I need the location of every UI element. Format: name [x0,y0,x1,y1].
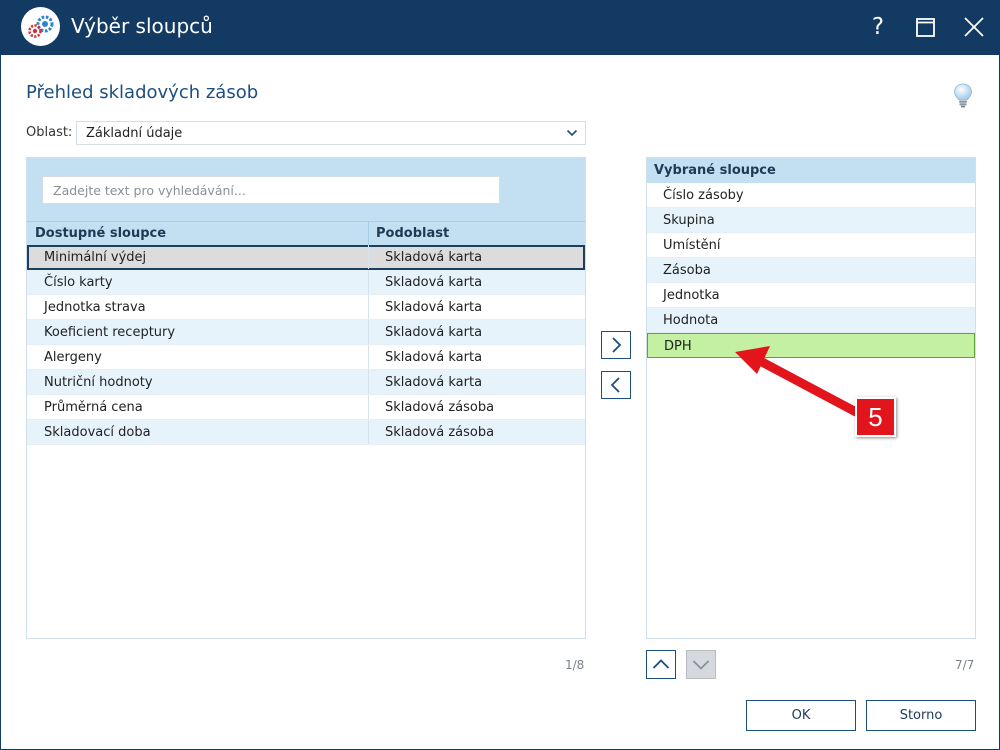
available-column-name: Nutriční hodnoty [44,375,153,390]
window-title: Výběr sloupců [71,14,213,38]
column-divider[interactable] [368,222,369,246]
close-icon [964,17,984,37]
move-down-button[interactable] [686,650,716,679]
selected-row[interactable]: Skupina [647,208,975,233]
lightbulb-icon[interactable] [951,82,975,108]
ok-button[interactable]: OK [746,700,856,731]
row-divider [368,395,369,419]
available-row[interactable]: Číslo karty Skladová karta [27,270,585,295]
oblast-value: Základní údaje [86,126,183,141]
cancel-button[interactable]: Storno [866,700,976,731]
row-divider [368,420,369,444]
page-title: Přehled skladových zásob [26,82,259,103]
row-divider [368,270,369,294]
selected-column-name: Číslo zásoby [663,188,744,203]
row-divider [368,320,369,344]
search-input[interactable] [42,176,500,204]
available-column-subarea: Skladová zásoba [385,400,495,415]
available-column-subarea: Skladová karta [385,275,483,290]
available-column-name: Koeficient receptury [44,325,176,340]
chevron-up-icon [652,659,670,669]
chevron-left-icon [610,377,620,393]
available-column-name: Skladovací doba [44,425,151,440]
app-logo [21,7,60,46]
column-header-subarea[interactable]: Podoblast [376,226,449,241]
available-column-name: Číslo karty [44,275,113,290]
add-column-button[interactable] [601,331,631,359]
available-row[interactable]: Koeficient receptury Skladová karta [27,320,585,345]
available-row[interactable]: Nutriční hodnoty Skladová karta [27,370,585,395]
selected-row[interactable]: Zásoba [647,258,975,283]
help-button[interactable]: ? [861,10,895,44]
row-divider [368,370,369,394]
annotation-badge: 5 [855,397,896,437]
remove-column-button[interactable] [601,371,631,399]
row-divider [368,245,369,269]
available-row[interactable]: Skladovací doba Skladová zásoba [27,420,585,445]
chevron-down-icon [692,660,710,670]
search-area [27,158,585,221]
oblast-label: Oblast: [26,125,73,140]
row-divider [368,345,369,369]
selected-columns-header: Vybrané sloupce [647,158,975,183]
selected-column-name: DPH [664,339,692,354]
available-column-subarea: Skladová karta [385,300,483,315]
selected-column-name: Jednotka [663,288,720,303]
available-column-name: Průměrná cena [44,400,143,415]
available-column-name: Minimální výdej [44,250,147,265]
available-row[interactable]: Minimální výdej Skladová karta [27,245,585,270]
selected-column-name: Zásoba [663,263,711,278]
available-grid-body: Minimální výdej Skladová karta Číslo karty… [27,245,585,445]
selected-row[interactable]: DPH [647,333,975,358]
chevron-down-icon [566,129,578,137]
available-column-subarea: Skladová zásoba [385,425,495,440]
available-row[interactable]: Jednotka strava Skladová karta [27,295,585,320]
available-column-subarea: Skladová karta [385,375,483,390]
oblast-dropdown[interactable]: Základní údaje [76,121,586,145]
selected-grid-body: Číslo zásoby Skupina Umístění Zásoba Jednotk… [647,183,975,358]
available-column-subarea: Skladová karta [385,250,483,265]
selected-counter: 7/7 [955,658,975,672]
maximize-button[interactable] [908,10,942,44]
selected-column-name: Hodnota [663,313,719,328]
chevron-right-icon [612,337,622,353]
selected-row[interactable]: Umístění [647,233,975,258]
available-row[interactable]: Alergeny Skladová karta [27,345,585,370]
maximize-icon [916,18,935,37]
selected-column-name: Skupina [663,213,715,228]
available-column-subarea: Skladová karta [385,350,483,365]
available-column-subarea: Skladová karta [385,325,483,340]
help-icon: ? [871,14,885,40]
move-up-button[interactable] [646,650,676,679]
available-columns-panel: Dostupné sloupce Podoblast Minimální výd… [26,157,586,639]
available-counter: 1/8 [565,658,585,672]
title-bar: Výběr sloupců ? [0,0,1000,55]
row-divider [368,295,369,319]
selected-columns-panel: Vybrané sloupce Číslo zásoby Skupina Umíst… [646,157,976,639]
available-grid-header: Dostupné sloupce Podoblast [27,221,585,246]
selected-row[interactable]: Číslo zásoby [647,183,975,208]
selected-row[interactable]: Jednotka [647,283,975,308]
selected-row[interactable]: Hodnota [647,308,975,333]
available-column-name: Alergeny [44,350,102,365]
selected-column-name: Umístění [663,238,721,253]
close-button[interactable] [957,10,991,44]
available-column-name: Jednotka strava [44,300,146,315]
column-header-available[interactable]: Dostupné sloupce [35,226,166,241]
available-row[interactable]: Průměrná cena Skladová zásoba [27,395,585,420]
